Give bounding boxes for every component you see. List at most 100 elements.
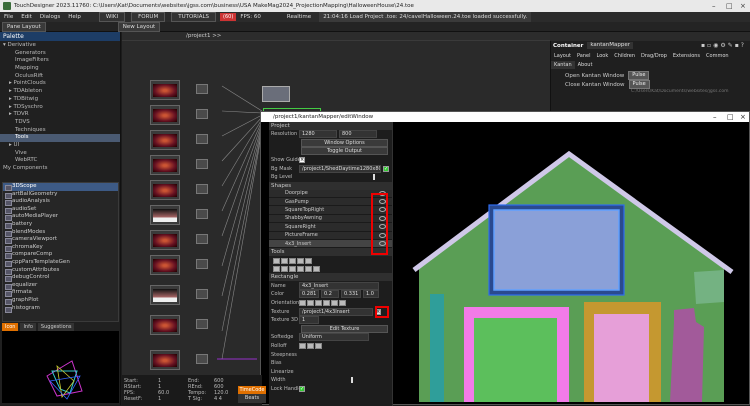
network-path[interactable]: /project1 >> (186, 33, 221, 39)
palette-tree-item[interactable]: ImageFilters (0, 57, 120, 65)
bg-level-slider[interactable] (373, 174, 375, 181)
palette-tree-item[interactable]: Vive (0, 150, 120, 158)
palette-tree-item[interactable]: ▸ TDBitwig (0, 96, 120, 104)
subtab-about[interactable]: About (575, 61, 596, 69)
menu-edit[interactable]: Edit (17, 12, 36, 22)
rolloff-icon-3[interactable] (315, 342, 322, 349)
tool-quad-icon[interactable] (289, 257, 296, 264)
component-list-item[interactable]: cameraViewport (3, 236, 118, 244)
component-list-item[interactable]: audioAnalysis (3, 198, 118, 206)
tool-ellipse-icon[interactable] (305, 257, 312, 264)
palette-tree-item[interactable]: ▸ TDSyschro (0, 104, 120, 112)
color-r-field[interactable]: 0.281 (299, 290, 319, 299)
container-tab[interactable]: Children (611, 52, 638, 60)
component-list-item[interactable]: equalizer (3, 282, 118, 290)
component-list-item[interactable]: firmata (3, 289, 118, 297)
container-tab[interactable]: Drag/Drop (638, 52, 670, 60)
component-list-item[interactable]: chromaKey (3, 244, 118, 252)
container-tab[interactable]: Common (703, 52, 732, 60)
color-g-field[interactable]: 0.2 (321, 290, 339, 299)
subtab-kantan[interactable]: Kantan (551, 61, 575, 69)
close-icon[interactable]: × (740, 0, 746, 12)
palette-tree-item[interactable]: ▸ TDVR (0, 111, 120, 119)
component-list-item[interactable]: histogram (3, 305, 118, 313)
tool-rotate-icon[interactable] (289, 266, 296, 273)
toggle-output-button[interactable]: Toggle Output (301, 147, 388, 156)
edit-close-icon[interactable]: × (740, 112, 746, 122)
component-list-item[interactable]: cppParsTemplateGen (3, 259, 118, 267)
palette-tree-item[interactable]: WebRTC (0, 157, 120, 165)
softedge-dropdown[interactable]: Uniform (299, 333, 369, 342)
4x3-insert-shape[interactable] (493, 209, 620, 291)
pane-layout-button[interactable]: Pane Layout (2, 21, 46, 32)
color-b-field[interactable]: 0.331 (341, 290, 361, 299)
palette-tree-item[interactable]: Mapping (0, 65, 120, 73)
component-list-item[interactable]: customAttributes (3, 267, 118, 275)
new-layout-button[interactable]: New Layout (117, 21, 161, 32)
edit-minimize-icon[interactable]: – (713, 112, 717, 122)
lock-handles-checkbox[interactable]: ✓ (299, 385, 305, 392)
palette-tree-item[interactable]: ▸ PointClouds (0, 80, 120, 88)
component-list[interactable]: 3DScope artBallGeometry audioAnalysis audio… (2, 182, 119, 322)
tab-info[interactable]: Info (20, 323, 36, 331)
tool-delete-icon[interactable] (305, 266, 312, 273)
bg-mask-field[interactable]: /project1/ShedDaytime1280x800 (299, 164, 381, 173)
orientation-icon-1[interactable] (299, 299, 306, 306)
menu-dialogs[interactable]: Dialogs (36, 12, 64, 22)
tool-select-icon[interactable] (273, 257, 280, 264)
color-a-field[interactable]: 1.0 (363, 290, 379, 299)
minimize-icon[interactable]: – (712, 0, 716, 12)
tab-suggestions[interactable]: Suggestions (37, 323, 75, 331)
rolloff-icon-1[interactable] (299, 342, 306, 349)
texture3d-field[interactable]: 1 (299, 316, 319, 325)
component-list-item[interactable]: battery (3, 221, 118, 229)
palette-tree-item[interactable]: My Components (0, 165, 120, 173)
palette-tree-item[interactable]: Techniques (0, 127, 120, 135)
timecode-button[interactable]: TimeCode (238, 386, 266, 394)
width-slider[interactable] (351, 377, 353, 384)
container-tab[interactable]: Look (594, 52, 612, 60)
orientation-icon-6[interactable] (339, 299, 346, 306)
tool-move-icon[interactable] (273, 266, 280, 273)
menu-file[interactable]: File (0, 12, 17, 22)
component-list-item[interactable]: blendModes (3, 229, 118, 237)
show-guide-checkbox[interactable]: × (299, 157, 305, 164)
tsig-value[interactable]: 4 4 (214, 396, 222, 402)
tool-rect-icon[interactable] (281, 257, 288, 264)
palette-tree-item[interactable]: ▾ Derivative (0, 42, 120, 50)
shabby-awning-shape[interactable] (694, 270, 724, 304)
resolution-width-field[interactable]: 1280 (299, 130, 337, 139)
tab-icon[interactable]: Icon (2, 323, 19, 331)
tool-duplicate-icon[interactable] (297, 266, 304, 273)
component-list-item[interactable]: 3DScope (3, 183, 118, 191)
palette-tree-item[interactable]: Tools (0, 134, 120, 142)
door-shape[interactable] (474, 318, 557, 402)
component-list-item[interactable]: artBallGeometry (3, 191, 118, 199)
component-list-item[interactable]: audioSet (3, 206, 118, 214)
edit-texture-button[interactable]: Edit Texture (301, 324, 388, 333)
beats-button[interactable]: Beats (238, 394, 266, 403)
orientation-icon-5[interactable] (331, 299, 338, 306)
wiki-button[interactable]: WIKI (98, 12, 126, 22)
forum-button[interactable]: FORUM (131, 12, 166, 22)
orientation-icon-4[interactable] (323, 299, 330, 306)
realtime-toggle[interactable]: Realtime (283, 12, 315, 22)
reset-value[interactable]: 1 (158, 396, 186, 402)
rolloff-icon-2[interactable] (307, 342, 314, 349)
component-list-item[interactable]: graphPlot (3, 297, 118, 305)
palette-tree-item[interactable]: OculusRift (0, 73, 120, 81)
tutorials-button[interactable]: TUTORIALS (171, 12, 217, 22)
mapping-canvas[interactable] (394, 122, 750, 406)
open-kantan-pulse-button[interactable]: Pulse (628, 71, 650, 80)
container-tab[interactable]: Panel (574, 52, 594, 60)
container-tab[interactable]: Extensions (670, 52, 703, 60)
orientation-icon-3[interactable] (315, 299, 322, 306)
name-field[interactable]: 4x3_Insert (299, 281, 379, 290)
tool-scale-icon[interactable] (281, 266, 288, 273)
kantan-mapper-node[interactable] (262, 86, 290, 102)
component-list-item[interactable]: autoMediaPlayer (3, 213, 118, 221)
close-kantan-pulse-button[interactable]: Pulse (628, 80, 650, 89)
palette-tree-item[interactable]: TDVS (0, 119, 120, 127)
resolution-height-field[interactable]: 800 (339, 130, 377, 139)
tool-poly-icon[interactable] (297, 257, 304, 264)
